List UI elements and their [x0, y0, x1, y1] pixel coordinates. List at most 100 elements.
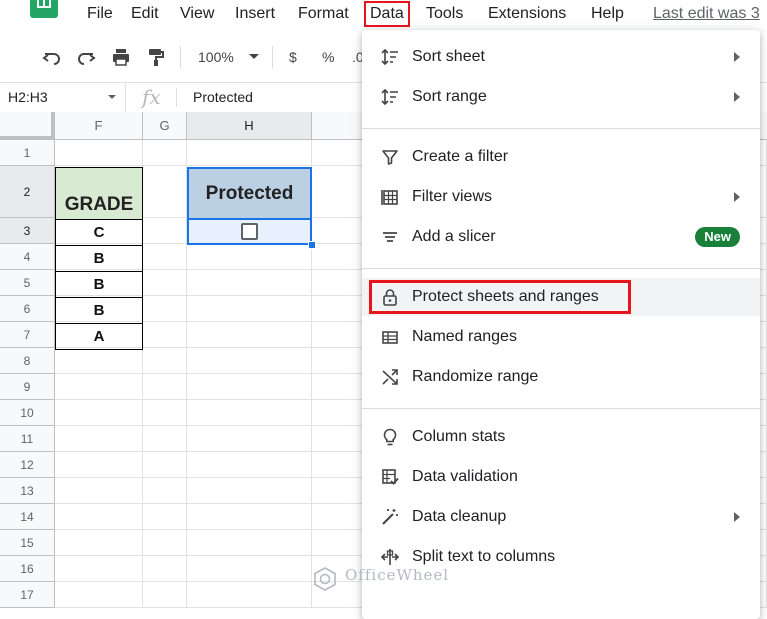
menu-data[interactable]: Data: [364, 1, 410, 27]
grid-cell[interactable]: [143, 556, 187, 582]
menu-item-data-cleanup[interactable]: Data cleanup: [362, 498, 760, 536]
grid-cell[interactable]: [55, 582, 143, 608]
redo-icon[interactable]: [76, 47, 96, 67]
grid-cell[interactable]: [187, 504, 312, 530]
column-header-h[interactable]: H: [187, 112, 312, 140]
row-header[interactable]: 3: [0, 218, 55, 244]
grid-cell[interactable]: [187, 452, 312, 478]
menu-item-randomize-range[interactable]: Randomize range: [362, 358, 760, 396]
grid-cell[interactable]: [143, 322, 187, 348]
protected-header-cell[interactable]: Protected: [187, 167, 312, 220]
grid-cell[interactable]: [55, 374, 143, 400]
grid-cell[interactable]: [143, 166, 187, 218]
grade-header-cell[interactable]: GRADE: [55, 167, 143, 220]
row-header[interactable]: 1: [0, 140, 55, 166]
fill-handle[interactable]: [308, 241, 316, 249]
grid-cell[interactable]: [143, 530, 187, 556]
currency-format-button[interactable]: $: [289, 48, 297, 66]
grid-cell[interactable]: [55, 400, 143, 426]
menu-item-filter-views[interactable]: Filter views: [362, 178, 760, 216]
menu-extensions[interactable]: Extensions: [488, 4, 566, 24]
select-all-corner[interactable]: [0, 112, 55, 140]
menu-item-named-ranges[interactable]: Named ranges: [362, 318, 760, 356]
menu-item-protect-sheets-and-ranges[interactable]: Protect sheets and ranges: [362, 278, 760, 316]
row-header[interactable]: 16: [0, 556, 55, 582]
grade-cell[interactable]: B: [55, 245, 143, 272]
menu-tools[interactable]: Tools: [426, 4, 463, 24]
row-header[interactable]: 6: [0, 296, 55, 322]
grid-cell[interactable]: [187, 400, 312, 426]
grid-cell[interactable]: [143, 244, 187, 270]
row-header[interactable]: 15: [0, 530, 55, 556]
print-icon[interactable]: [111, 47, 131, 67]
grid-cell[interactable]: [143, 296, 187, 322]
paint-format-icon[interactable]: [146, 47, 166, 67]
grid-cell[interactable]: [143, 218, 187, 244]
menu-insert[interactable]: Insert: [235, 4, 275, 24]
grid-cell[interactable]: [55, 426, 143, 452]
grid-cell[interactable]: [55, 348, 143, 374]
row-header[interactable]: 11: [0, 426, 55, 452]
grid-cell[interactable]: [143, 270, 187, 296]
menu-help[interactable]: Help: [591, 4, 624, 24]
percent-format-button[interactable]: %: [322, 48, 334, 66]
grid-cell[interactable]: [143, 348, 187, 374]
grid-cell[interactable]: [55, 530, 143, 556]
grid-cell[interactable]: [143, 374, 187, 400]
grid-cell[interactable]: [55, 556, 143, 582]
menu-file[interactable]: File: [87, 4, 113, 24]
row-header[interactable]: 13: [0, 478, 55, 504]
row-header[interactable]: 12: [0, 452, 55, 478]
grid-cell[interactable]: [187, 426, 312, 452]
zoom-caret-icon[interactable]: [249, 54, 259, 60]
grid-cell[interactable]: [187, 244, 312, 270]
grade-cell[interactable]: B: [55, 271, 143, 298]
row-header[interactable]: 4: [0, 244, 55, 270]
grid-cell[interactable]: [187, 374, 312, 400]
grid-cell[interactable]: [187, 556, 312, 582]
grid-cell[interactable]: [187, 530, 312, 556]
menu-item-column-stats[interactable]: Column stats: [362, 418, 760, 456]
grid-cell[interactable]: [143, 478, 187, 504]
grid-cell[interactable]: [143, 504, 187, 530]
grid-cell[interactable]: [143, 140, 187, 166]
grid-cell[interactable]: [187, 348, 312, 374]
row-header[interactable]: 9: [0, 374, 55, 400]
undo-icon[interactable]: [42, 47, 62, 67]
row-header[interactable]: 10: [0, 400, 55, 426]
formula-input[interactable]: Protected: [193, 89, 253, 105]
menu-edit[interactable]: Edit: [131, 4, 159, 24]
name-box[interactable]: H2:H3: [0, 83, 126, 112]
grid-cell[interactable]: [143, 400, 187, 426]
menu-view[interactable]: View: [180, 4, 214, 24]
protected-checkbox-cell[interactable]: [187, 219, 312, 245]
grid-cell[interactable]: [187, 322, 312, 348]
menu-item-sort-sheet[interactable]: Sort sheet: [362, 38, 760, 76]
grade-cell[interactable]: B: [55, 297, 143, 324]
grade-cell[interactable]: C: [55, 219, 143, 246]
grid-cell[interactable]: [187, 270, 312, 296]
menu-item-add-slicer[interactable]: Add a slicer New: [362, 218, 760, 256]
grid-cell[interactable]: [55, 140, 143, 166]
column-header-f[interactable]: F: [55, 112, 143, 140]
grid-cell[interactable]: [55, 478, 143, 504]
checkbox[interactable]: [241, 223, 258, 240]
row-header[interactable]: 17: [0, 582, 55, 608]
menu-item-data-validation[interactable]: Data validation: [362, 458, 760, 496]
row-header[interactable]: 7: [0, 322, 55, 348]
menu-item-sort-range[interactable]: Sort range: [362, 78, 760, 116]
row-header[interactable]: 14: [0, 504, 55, 530]
last-edit-link[interactable]: Last edit was 3: [653, 4, 760, 24]
zoom-select[interactable]: 100%: [198, 48, 234, 66]
grid-cell[interactable]: [143, 452, 187, 478]
menu-format[interactable]: Format: [298, 4, 349, 24]
row-header[interactable]: 2: [0, 166, 55, 218]
grid-cell[interactable]: [187, 582, 312, 608]
grid-cell[interactable]: [187, 296, 312, 322]
grid-cell[interactable]: [143, 426, 187, 452]
grid-cell[interactable]: [55, 504, 143, 530]
grid-cell[interactable]: [55, 452, 143, 478]
name-box-caret-icon[interactable]: [108, 95, 116, 100]
grid-cell[interactable]: [143, 582, 187, 608]
row-header[interactable]: 5: [0, 270, 55, 296]
